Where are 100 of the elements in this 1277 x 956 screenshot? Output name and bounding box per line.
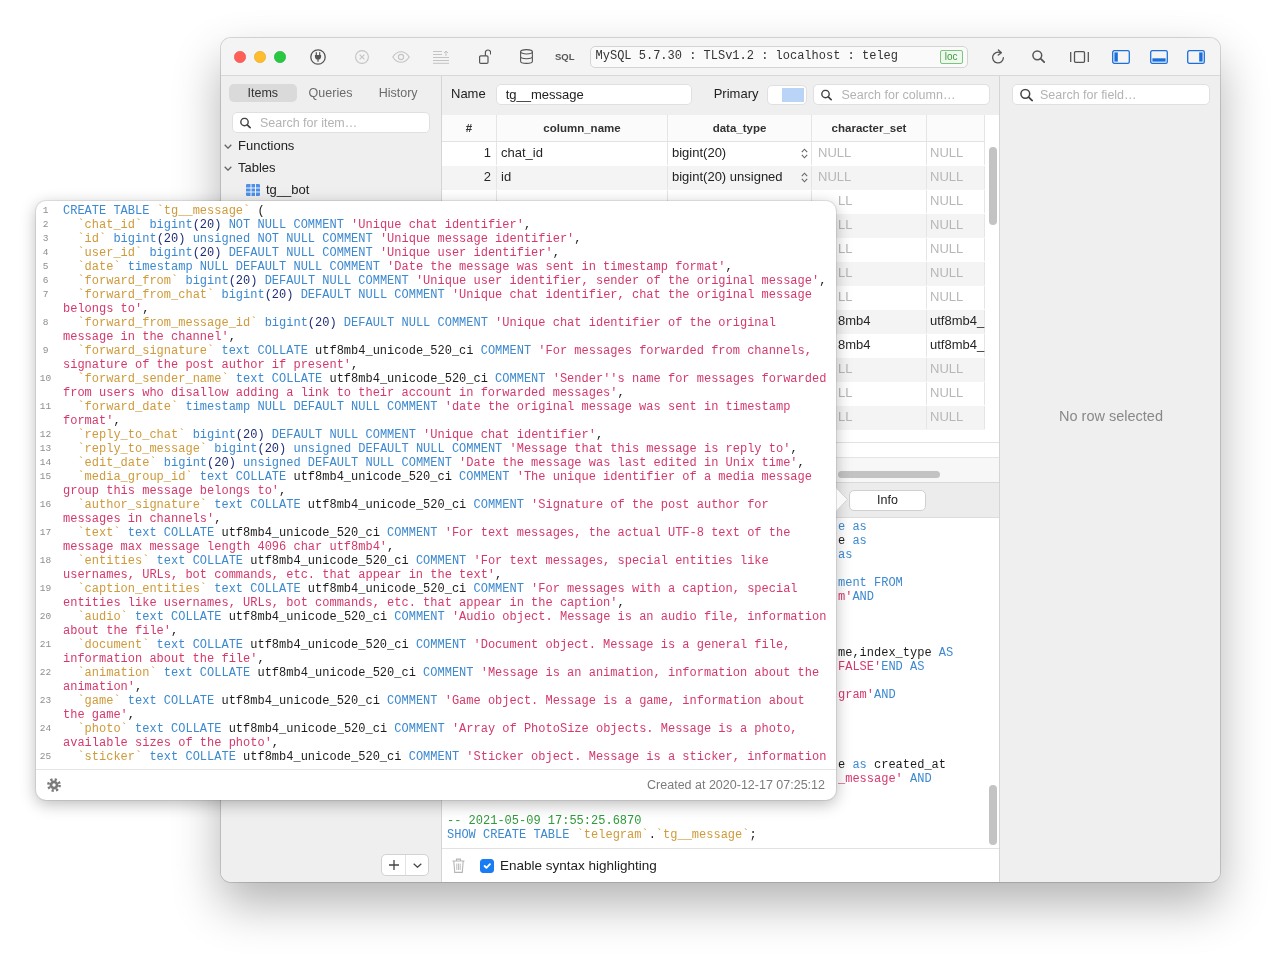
console-line: gram'AND [838, 688, 896, 702]
code-line: `date` timestamp NULL DEFAULT NULL COMMENT 'Date the message was sent in timestamp format', [76, 260, 733, 274]
cell-value: NULL [930, 409, 964, 426]
line-number: 15 [38, 470, 53, 484]
database-icon[interactable] [520, 49, 533, 64]
code-line: `edit_date` bigint(20) unsigned DEFAULT NULL COMMENT 'Date the message was last edited in Unix time', [76, 456, 805, 470]
tree-item[interactable]: tg__bot [246, 179, 310, 201]
line-number: 23 [38, 694, 53, 708]
search-icon [1020, 88, 1033, 101]
empty-message: No row selected [1059, 407, 1163, 426]
line-number: 2 [41, 218, 50, 232]
row-number: 1 [483, 145, 491, 162]
sidebar-tab[interactable]: Queries [296, 84, 365, 102]
close-icon[interactable] [234, 50, 246, 63]
cell-value: NULL [930, 145, 964, 162]
connection-label: MySQL 5.7.30 : TLSv1.2 : localhost : teleg [595, 48, 898, 65]
tree-item[interactable]: Tables [224, 157, 276, 179]
sidebar-tab[interactable]: History [364, 84, 432, 102]
name-field[interactable]: tg__message [495, 84, 692, 105]
search-icon[interactable] [1032, 50, 1045, 63]
line-number: 19 [38, 582, 53, 596]
cell-value: utf8mb4_ [930, 313, 985, 330]
character-set-value: LL [838, 193, 853, 210]
line-number: 1 [41, 204, 50, 218]
line-number: 11 [38, 400, 53, 414]
line-number: 25 [38, 750, 53, 764]
line-number: 24 [38, 722, 53, 736]
code-line: `chat_id` bigint(20) NOT NULL COMMENT 'Unique chat identifier', [76, 218, 532, 232]
character-set-value: 8mb4 [838, 313, 871, 330]
columns-icon[interactable] [1070, 50, 1089, 63]
console-line: FALSE'END AS [838, 660, 925, 674]
scrollbar-thumb[interactable] [989, 785, 997, 845]
line-number: 22 [38, 666, 53, 680]
search-field[interactable]: Search for item… [232, 112, 430, 133]
code-line: `reply_to_chat` bigint(20) DEFAULT NULL COMMENT 'Unique chat identifier', [76, 428, 604, 442]
console-line: me,index_type AS [838, 646, 954, 660]
data-type-select[interactable]: bigint(20) [672, 145, 808, 162]
code-line: `forward_from_chat` bigint(20) DEFAULT NULL COMMENT 'Unique chat identifier, chat the original message belongs to', [63, 288, 813, 316]
code-line: `forward_from` bigint(20) DEFAULT NULL COMMENT 'Unique user identifier, sender of the original message', [76, 274, 827, 288]
line-number: 20 [38, 610, 53, 624]
line-number: 6 [41, 274, 50, 288]
code-line: `id` bigint(20) unsigned NOT NULL COMMENT 'Unique message identifier', [76, 232, 582, 246]
cell-value: NULL [930, 193, 964, 210]
plug-icon[interactable] [310, 48, 326, 65]
console-line: e as [838, 534, 867, 548]
search-icon [821, 89, 833, 100]
checkbox-label[interactable]: Enable syntax highlighting [500, 856, 657, 875]
updown-chevron-icon [801, 148, 808, 159]
character-set-value: NULL [818, 145, 852, 162]
line-number: 4 [41, 246, 50, 260]
console-line: SHOW CREATE TABLE `telegram`.`tg__message`; [447, 828, 757, 842]
console-line: e as created_at [838, 758, 947, 772]
character-set-value: NULL [818, 169, 852, 186]
zoom-icon[interactable] [274, 50, 286, 63]
sidebar-tab[interactable]: Items [229, 84, 297, 102]
line-number: 10 [38, 372, 53, 386]
line-number: 13 [38, 442, 53, 456]
character-set-value: LL [838, 241, 853, 258]
line-number: 21 [38, 638, 53, 652]
tree-item[interactable]: Functions [224, 135, 295, 157]
chevron-down-icon [412, 862, 422, 868]
primary-label: Primary [713, 86, 759, 103]
column-header[interactable]: data_type [712, 120, 767, 136]
updown-chevron-icon [801, 172, 808, 183]
line-number: 12 [38, 428, 53, 442]
column-name: chat_id [501, 145, 543, 162]
padlock-icon[interactable] [479, 49, 491, 64]
column-header[interactable]: character_set [831, 120, 907, 136]
primary-field[interactable] [767, 84, 808, 105]
line-number: 7 [41, 288, 50, 302]
scrollbar-thumb[interactable] [838, 471, 940, 478]
line-number: 5 [41, 260, 50, 274]
plus-icon [388, 860, 399, 870]
view-tab[interactable]: Info [849, 489, 926, 511]
character-set-value: LL [838, 409, 853, 426]
syntax-highlighting-checkbox[interactable] [480, 858, 494, 873]
line-number: 14 [38, 456, 53, 470]
sidebar-right-icon[interactable] [1187, 49, 1205, 64]
data-type-select[interactable]: bigint(20) unsigned [672, 169, 808, 186]
code-line: `forward_sender_name` text COLLATE utf8mb4_unicode_520_ci COMMENT 'Sender''s name for messages forwarded from users who disallow adding a link to their account in forwarded messages', [63, 372, 828, 400]
trash-icon[interactable] [452, 858, 465, 873]
console-line: m'AND [838, 590, 874, 604]
code-line: `reply_to_message` bigint(20) unsigned DEFAULT NULL COMMENT 'Message that this message is reply to', [76, 442, 798, 456]
panel-bottom-icon[interactable] [1150, 49, 1168, 64]
cell-value: NULL [930, 361, 964, 378]
search-field[interactable]: Search for field… [1012, 84, 1210, 105]
sidebar-left-icon[interactable] [1112, 49, 1130, 64]
refresh-icon[interactable] [991, 49, 1005, 64]
gear-icon[interactable] [47, 778, 61, 792]
sql-button[interactable]: SQL [555, 51, 575, 62]
column-header[interactable]: # [465, 120, 473, 136]
search-field[interactable]: Search for column… [813, 84, 991, 105]
column-header[interactable]: column_name [543, 120, 621, 136]
color-swatch-icon [782, 87, 805, 102]
cell-value: NULL [930, 265, 964, 282]
console-line: ment FROM [838, 576, 903, 590]
cell-value: NULL [930, 385, 964, 402]
created-at-text: Created at 2020-12-17 07:25:12 [647, 776, 825, 794]
scrollbar-thumb[interactable] [989, 147, 997, 225]
code-line: `sticker` text COLLATE utf8mb4_unicode_520_ci COMMENT 'Sticker object. Message is a sticker, information [76, 750, 827, 764]
